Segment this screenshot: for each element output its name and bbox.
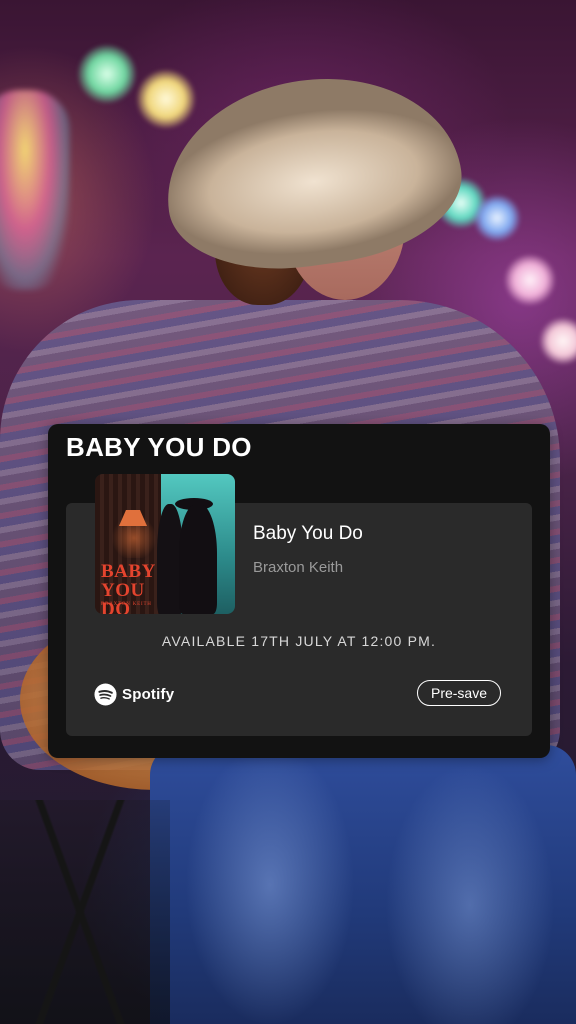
cover-figure <box>179 504 217 614</box>
release-panel: BABY YOU DO BRAXTON KEITH Baby You Do Br… <box>66 474 532 736</box>
track-artist: Braxton Keith <box>253 559 344 576</box>
presave-card: BABY YOU DO BABY YOU DO BRAXTON KEITH Ba… <box>48 424 550 758</box>
spotify-wordmark: Spotify <box>122 685 175 703</box>
neon-sign-glow <box>0 90 70 290</box>
stage-light <box>137 70 195 128</box>
mic-stand <box>0 800 170 1024</box>
story-page: BABY YOU DO BABY YOU DO BRAXTON KEITH Ba… <box>0 0 576 1024</box>
stage-light <box>505 255 555 305</box>
album-cover[interactable]: BABY YOU DO BRAXTON KEITH <box>95 474 235 614</box>
spotify-logo: Spotify <box>94 682 174 706</box>
presave-button[interactable]: Pre-save <box>417 680 501 706</box>
stage-light <box>78 45 136 103</box>
stage-light <box>474 195 520 241</box>
card-title: BABY YOU DO <box>66 432 252 462</box>
availability-text: AVAILABLE 17TH JULY AT 12:00 PM. <box>161 633 437 649</box>
stage-light <box>540 318 576 364</box>
spotify-icon <box>94 682 117 706</box>
cowboy-hat <box>153 60 472 285</box>
performer-jeans <box>150 745 576 1024</box>
cover-artist: BRAXTON KEITH <box>101 602 152 607</box>
track-title: Baby You Do <box>253 523 363 544</box>
